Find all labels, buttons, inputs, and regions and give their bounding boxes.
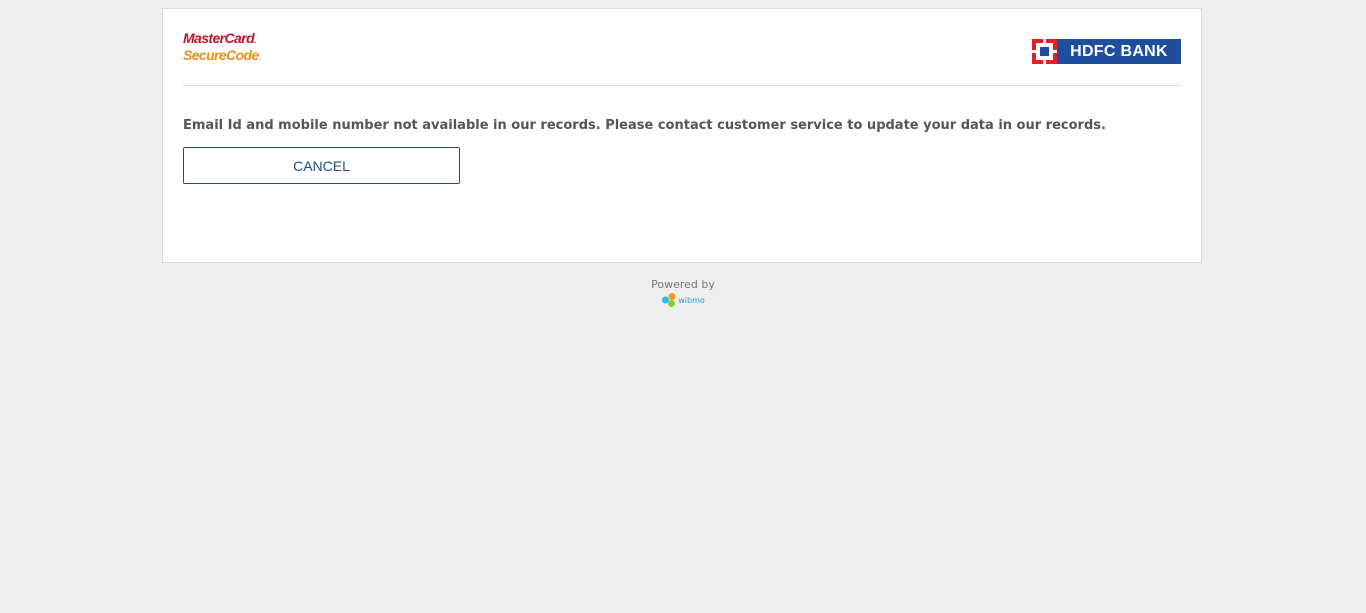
hdfc-bank-logo-text: HDFC BANK [1070, 42, 1168, 60]
card-header: MasterCard. SecureCode. HDFC BANK [183, 9, 1181, 86]
footer: Powered by wibmo [0, 278, 1366, 312]
mastercard-logo-line2: SecureCode. [183, 47, 261, 63]
auth-card: MasterCard. SecureCode. HDFC BANK Email … [162, 8, 1202, 263]
powered-by-label: Powered by [651, 278, 715, 291]
wibmo-dots-icon [662, 293, 676, 307]
hdfc-mark-icon [1032, 39, 1057, 64]
cancel-button[interactable]: CANCEL [183, 147, 460, 184]
hdfc-bank-logo: HDFC BANK [1032, 39, 1181, 64]
mastercard-securecode-logo: MasterCard. SecureCode. [183, 30, 261, 65]
error-message: Email Id and mobile number not available… [183, 118, 1106, 133]
wibmo-brand-text: wibmo [678, 295, 705, 305]
mastercard-logo-line1: MasterCard. [183, 30, 256, 46]
wibmo-logo: wibmo [661, 292, 705, 308]
